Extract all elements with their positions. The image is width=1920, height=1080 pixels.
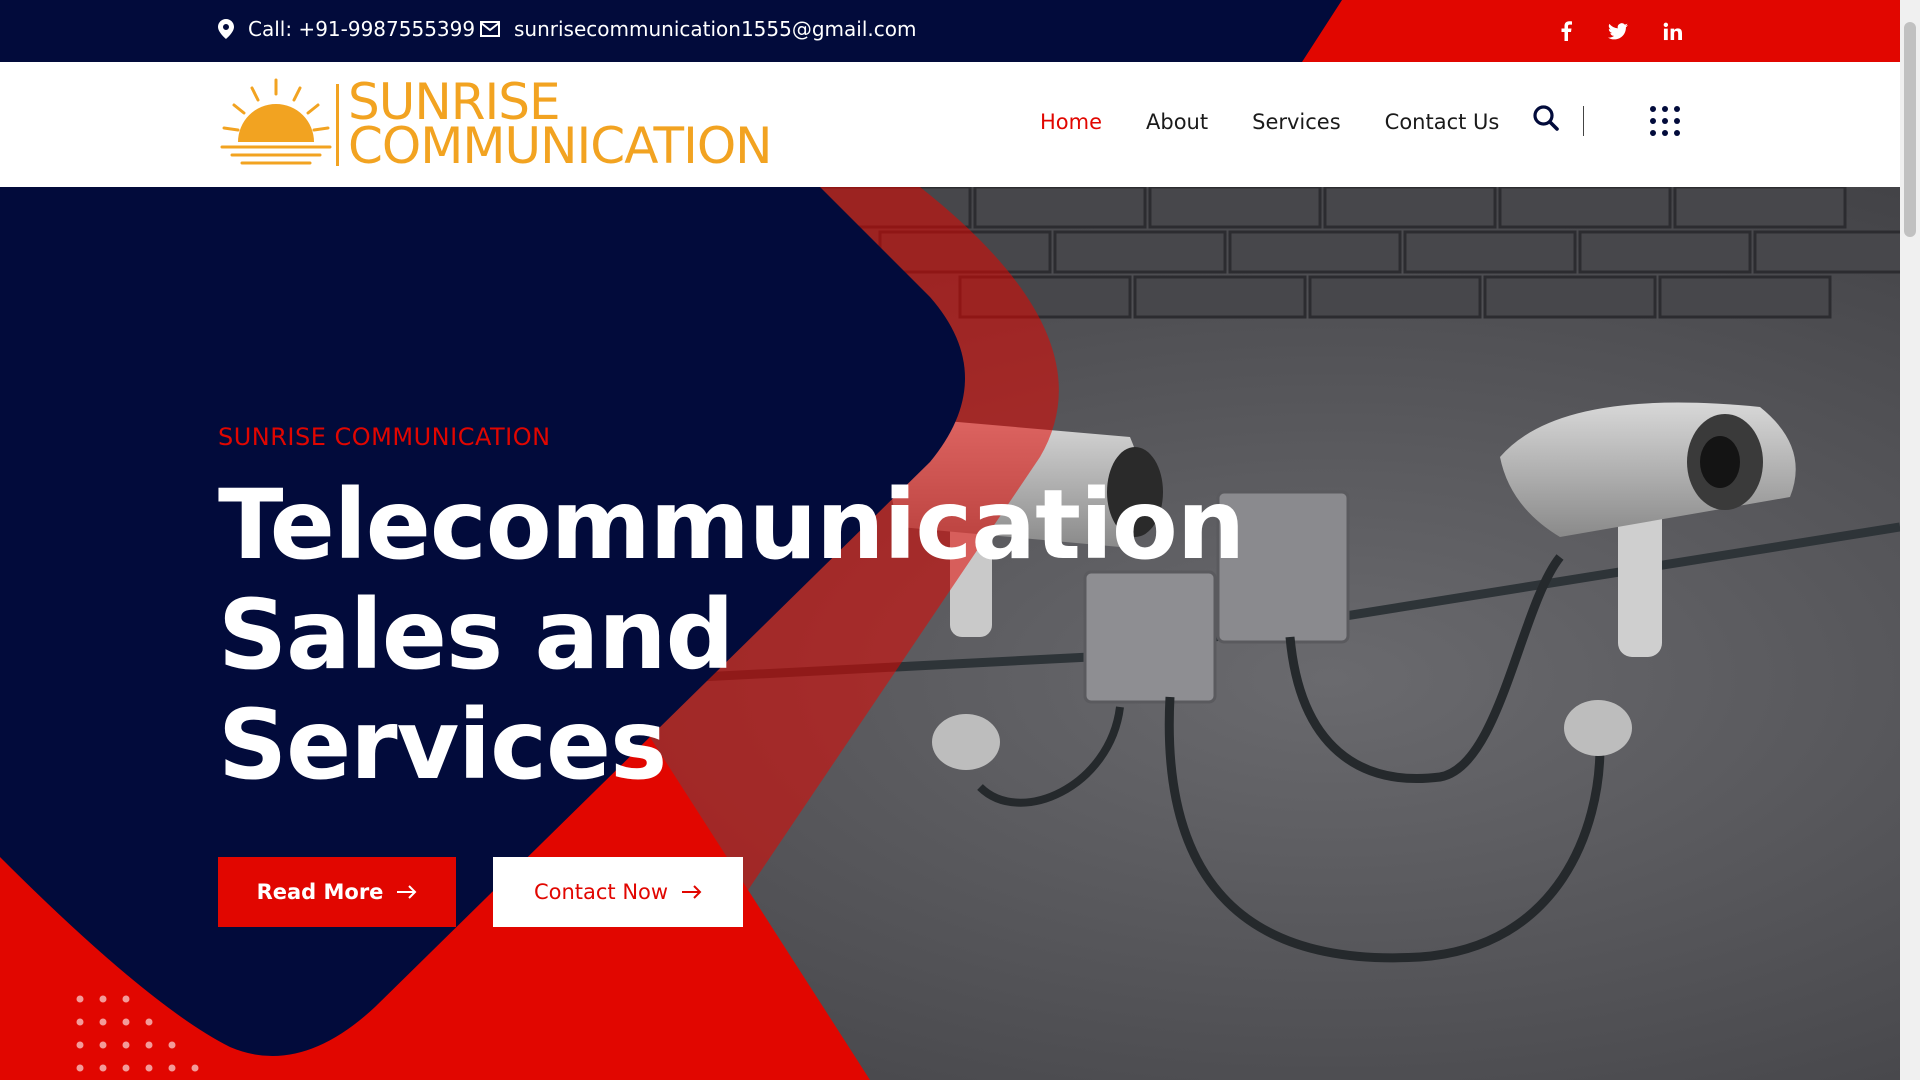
contact-now-label: Contact Now	[533, 880, 669, 904]
hero-section: SUNRISE COMMUNICATION Telecommunication …	[0, 187, 1900, 1080]
email-contact[interactable]: sunrisecommunication1555@gmail.com	[480, 17, 916, 41]
sunrise-logo-icon	[220, 78, 332, 165]
header-divider	[1583, 106, 1584, 136]
site-header: SUNRISE COMMUNICATION Home About Service…	[0, 62, 1900, 187]
envelope-icon	[480, 21, 500, 37]
top-bar: Call: +91-9987555399 sunrisecommunicatio…	[0, 0, 1900, 62]
nav-about[interactable]: About	[1146, 110, 1208, 134]
arrow-right-icon	[682, 880, 702, 904]
email-text: sunrisecommunication1555@gmail.com	[514, 17, 917, 41]
brand-line-2: COMMUNICATION	[348, 117, 773, 175]
nav-home[interactable]: Home	[1040, 110, 1102, 134]
hero-title-line-3: Services	[218, 689, 667, 801]
main-nav: Home About Services Contact Us	[1040, 110, 1499, 134]
arrow-right-icon	[397, 880, 417, 904]
hero-title-line-2: Sales and	[218, 579, 734, 691]
grid-menu-icon[interactable]	[1650, 106, 1680, 136]
logo-divider	[336, 84, 339, 166]
facebook-icon[interactable]	[1549, 14, 1583, 48]
read-more-button[interactable]: Read More	[218, 857, 456, 927]
contact-now-button[interactable]: Contact Now	[493, 857, 743, 927]
scrollbar-thumb[interactable]	[1904, 22, 1916, 237]
hero-eyebrow: SUNRISE COMMUNICATION	[218, 423, 551, 451]
twitter-icon[interactable]	[1601, 14, 1635, 48]
search-icon[interactable]	[1532, 104, 1562, 134]
linkedin-icon[interactable]	[1655, 14, 1689, 48]
location-pin-icon	[218, 19, 234, 39]
brand-logo[interactable]: SUNRISE COMMUNICATION	[218, 72, 818, 178]
hero-title-line-1: Telecommunication	[218, 469, 1245, 581]
hero-title: Telecommunication Sales and Services	[218, 470, 1318, 800]
phone-contact[interactable]: Call: +91-9987555399	[218, 17, 475, 41]
nav-contact-us[interactable]: Contact Us	[1385, 110, 1500, 134]
read-more-label: Read More	[256, 880, 384, 904]
page-scrollbar[interactable]	[1900, 0, 1920, 1080]
brand-name: SUNRISE COMMUNICATION	[348, 77, 773, 175]
phone-text: Call: +91-9987555399	[248, 17, 476, 41]
nav-services[interactable]: Services	[1252, 110, 1341, 134]
